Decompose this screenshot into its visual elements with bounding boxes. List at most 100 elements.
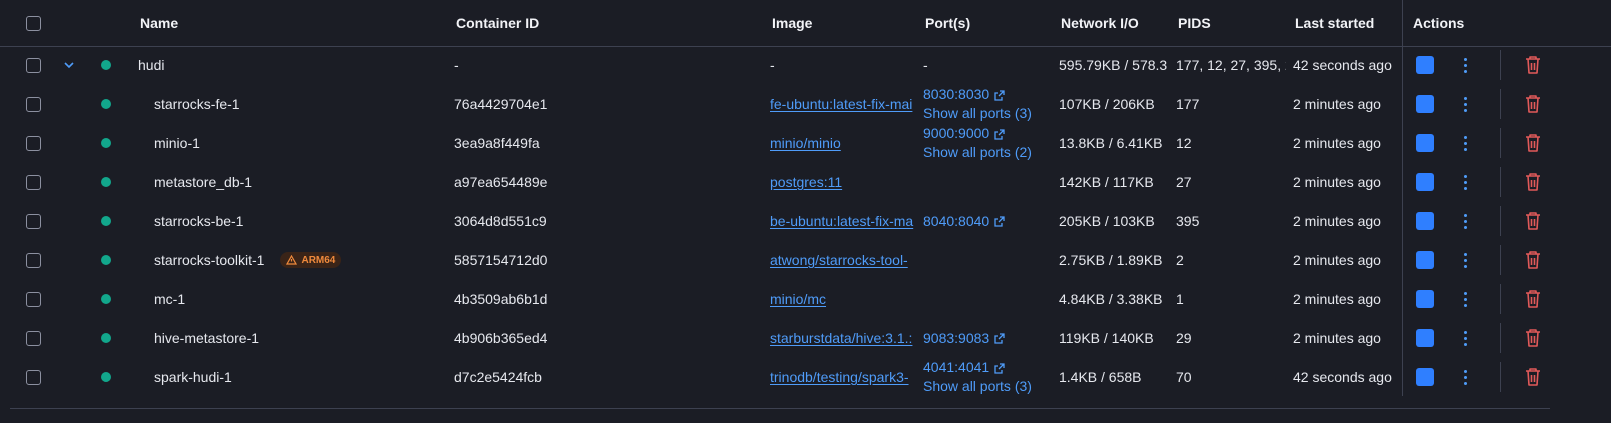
- port-link[interactable]: 8040:8040: [923, 213, 989, 229]
- header-name[interactable]: Name: [140, 0, 178, 46]
- stop-icon: [1416, 212, 1434, 230]
- container-name[interactable]: minio-1: [154, 123, 200, 163]
- more-actions-button[interactable]: [1464, 45, 1467, 85]
- container-name-text[interactable]: spark-hudi-1: [154, 369, 232, 385]
- table-row[interactable]: minio-1 3ea9a8f449fa minio/minio 9000:9000 S…: [0, 123, 1611, 163]
- image-link[interactable]: minio/mc: [770, 279, 916, 319]
- container-id: 5857154712d0: [454, 252, 548, 268]
- delete-button[interactable]: [1524, 318, 1542, 358]
- image-link-text[interactable]: minio/minio: [770, 135, 841, 151]
- image-link[interactable]: fe-ubuntu:latest-fix-mai: [770, 84, 916, 124]
- row-checkbox[interactable]: [26, 279, 41, 319]
- container-name-text[interactable]: starrocks-toolkit-1: [154, 252, 264, 268]
- show-all-ports-link[interactable]: Show all ports (2): [923, 144, 1032, 160]
- container-name-text[interactable]: starrocks-be-1: [154, 213, 243, 229]
- header-ports[interactable]: Port(s): [925, 0, 970, 46]
- more-actions-button[interactable]: [1464, 318, 1467, 358]
- header-image[interactable]: Image: [772, 0, 812, 46]
- delete-button[interactable]: [1524, 162, 1542, 202]
- show-all-ports-link[interactable]: Show all ports (3): [923, 378, 1032, 394]
- delete-button[interactable]: [1524, 201, 1542, 241]
- container-name-text[interactable]: metastore_db-1: [154, 174, 252, 190]
- image-link-text[interactable]: minio/mc: [770, 291, 826, 307]
- container-name[interactable]: metastore_db-1: [154, 162, 252, 202]
- row-checkbox[interactable]: [26, 240, 41, 280]
- container-name-text[interactable]: mc-1: [154, 291, 185, 307]
- delete-button[interactable]: [1524, 84, 1542, 124]
- container-name[interactable]: starrocks-toolkit-1 ARM64: [154, 240, 342, 280]
- stop-button[interactable]: [1416, 240, 1434, 280]
- stop-button[interactable]: [1416, 279, 1434, 319]
- more-actions-button[interactable]: [1464, 357, 1467, 397]
- stop-button[interactable]: [1416, 162, 1434, 202]
- more-actions-button[interactable]: [1464, 84, 1467, 124]
- delete-button[interactable]: [1524, 45, 1542, 85]
- group-name[interactable]: hudi: [138, 45, 164, 85]
- chevron-down-icon[interactable]: [63, 45, 75, 85]
- more-actions-button[interactable]: [1464, 162, 1467, 202]
- table-row[interactable]: spark-hudi-1 d7c2e5424fcb trinodb/testing/…: [0, 357, 1611, 397]
- port-link[interactable]: 8030:8030: [923, 86, 989, 102]
- row-checkbox[interactable]: [26, 318, 41, 358]
- container-name[interactable]: mc-1: [154, 279, 185, 319]
- more-actions-button[interactable]: [1464, 201, 1467, 241]
- image-link[interactable]: minio/minio: [770, 123, 916, 163]
- port-link[interactable]: 9083:9083: [923, 330, 989, 346]
- table-row[interactable]: mc-1 4b3509ab6b1d minio/mc 4.84KB / 3.38KB 1…: [0, 279, 1611, 319]
- table-row[interactable]: hive-metastore-1 4b906b365ed4 starburstdat…: [0, 318, 1611, 358]
- port-link[interactable]: 9000:9000: [923, 125, 989, 141]
- table-row[interactable]: starrocks-toolkit-1 ARM64 5857154712d0 atwo…: [0, 240, 1611, 280]
- container-name-text[interactable]: starrocks-fe-1: [154, 96, 240, 112]
- image-link[interactable]: postgres:11: [770, 162, 916, 202]
- container-name-text[interactable]: hive-metastore-1: [154, 330, 259, 346]
- table-row[interactable]: metastore_db-1 a97ea654489e postgres:11 142…: [0, 162, 1611, 202]
- container-name[interactable]: starrocks-fe-1: [154, 84, 240, 124]
- port-link[interactable]: 4041:4041: [923, 359, 989, 375]
- container-name[interactable]: spark-hudi-1: [154, 357, 232, 397]
- row-checkbox[interactable]: [26, 357, 41, 397]
- delete-button[interactable]: [1524, 240, 1542, 280]
- image-link-text[interactable]: trinodb/testing/spark3-: [770, 369, 909, 385]
- row-checkbox[interactable]: [26, 162, 41, 202]
- image-link-text[interactable]: atwong/starrocks-tool-: [770, 252, 908, 268]
- more-actions-button[interactable]: [1464, 123, 1467, 163]
- stop-button[interactable]: [1416, 201, 1434, 241]
- image-link-text[interactable]: postgres:11: [770, 174, 842, 190]
- row-checkbox[interactable]: [26, 84, 41, 124]
- image-link[interactable]: starburstdata/hive:3.1.:: [770, 318, 916, 358]
- table-row[interactable]: starrocks-be-1 3064d8d551c9 be-ubuntu:late…: [0, 201, 1611, 241]
- image-link-text[interactable]: be-ubuntu:latest-fix-ma: [770, 213, 913, 229]
- more-actions-button[interactable]: [1464, 279, 1467, 319]
- image-link[interactable]: be-ubuntu:latest-fix-ma: [770, 201, 916, 241]
- delete-button[interactable]: [1524, 279, 1542, 319]
- header-last-started[interactable]: Last started: [1295, 0, 1374, 46]
- stop-button[interactable]: [1416, 45, 1434, 85]
- delete-button[interactable]: [1524, 123, 1542, 163]
- show-all-ports-link[interactable]: Show all ports (3): [923, 105, 1032, 121]
- image-link-text[interactable]: starburstdata/hive:3.1.:: [770, 330, 912, 346]
- group-row-hudi[interactable]: hudi - - - 595.79KB / 578.3 177, 12, 27,…: [0, 45, 1611, 85]
- ports-cell: [923, 279, 1053, 319]
- container-name-text[interactable]: minio-1: [154, 135, 200, 151]
- kebab-menu-icon: [1464, 96, 1467, 112]
- select-all-checkbox[interactable]: [26, 0, 41, 46]
- header-pids[interactable]: PIDS: [1178, 0, 1211, 46]
- row-checkbox[interactable]: [26, 201, 41, 241]
- stop-button[interactable]: [1416, 84, 1434, 124]
- header-network-io[interactable]: Network I/O: [1061, 0, 1139, 46]
- group-checkbox[interactable]: [26, 45, 41, 85]
- container-name[interactable]: starrocks-be-1: [154, 201, 243, 241]
- table-bottom-border: [10, 408, 1550, 409]
- row-checkbox[interactable]: [26, 123, 41, 163]
- image-link[interactable]: atwong/starrocks-tool-: [770, 240, 916, 280]
- header-container-id[interactable]: Container ID: [456, 0, 539, 46]
- image-link-text[interactable]: fe-ubuntu:latest-fix-mai: [770, 96, 912, 112]
- container-name[interactable]: hive-metastore-1: [154, 318, 259, 358]
- stop-button[interactable]: [1416, 318, 1434, 358]
- delete-button[interactable]: [1524, 357, 1542, 397]
- image-link[interactable]: trinodb/testing/spark3-: [770, 357, 916, 397]
- stop-button[interactable]: [1416, 123, 1434, 163]
- stop-button[interactable]: [1416, 357, 1434, 397]
- more-actions-button[interactable]: [1464, 240, 1467, 280]
- table-row[interactable]: starrocks-fe-1 76a4429704e1 fe-ubuntu:late…: [0, 84, 1611, 124]
